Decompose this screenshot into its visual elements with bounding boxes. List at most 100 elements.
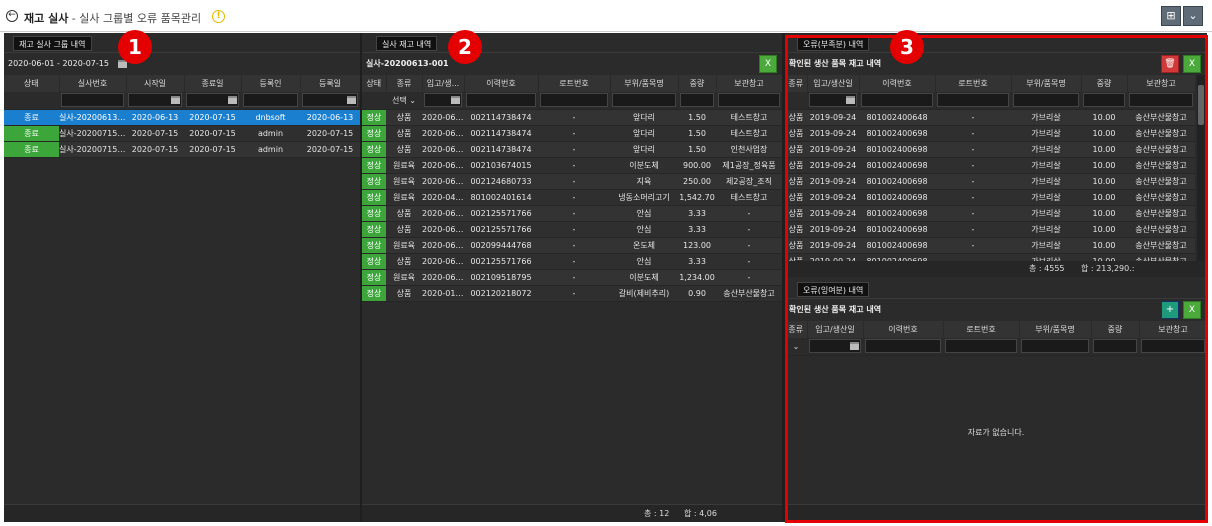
filter-input[interactable]	[61, 93, 124, 108]
table-row[interactable]: 상품 2019-09-24 801002400648- 가브리살 10.00 송산부산물창…	[785, 109, 1195, 126]
back-arrow-icon[interactable]: ←	[6, 10, 18, 22]
column-header[interactable]: 입고/생...	[422, 75, 465, 92]
excel-export-button[interactable]: X	[1183, 301, 1201, 319]
scrollbar[interactable]	[1197, 75, 1205, 263]
filter-input[interactable]	[937, 93, 1009, 108]
filter-input[interactable]	[1093, 339, 1137, 354]
column-header[interactable]: 등록인	[241, 75, 301, 92]
column-header[interactable]: 로트번호	[538, 75, 611, 92]
column-header[interactable]: 종류	[785, 75, 808, 92]
column-header[interactable]: 로트번호	[943, 321, 1020, 338]
date-range-input[interactable]: 2020-06-01 - 2020-07-15	[8, 59, 109, 68]
excel-export-button[interactable]: X	[1183, 55, 1201, 73]
filter-input[interactable]	[865, 339, 941, 354]
table-row[interactable]: 상품2019-09-24801002400698-가브리살10.00송산부산물창…	[785, 125, 1195, 142]
table-row[interactable]: 정상 상품 2020-06-11 002114738474- 앞다리 1.50 인천사업장	[362, 141, 782, 158]
filter-input[interactable]	[861, 93, 933, 108]
filter-input[interactable]	[680, 93, 714, 108]
column-header[interactable]: 시작일	[126, 75, 185, 92]
filter-input[interactable]	[243, 93, 298, 108]
column-header[interactable]: 이력번호	[859, 75, 936, 92]
filter-input[interactable]	[466, 93, 536, 108]
column-header[interactable]: 종류	[785, 321, 808, 338]
column-header[interactable]: 중량	[1081, 75, 1128, 92]
filter-input[interactable]	[540, 93, 608, 108]
column-header[interactable]: 종류	[386, 75, 423, 92]
filter-input[interactable]	[718, 93, 780, 108]
table-row[interactable]: 정상 상품 2020-06-11 002114738474- 앞다리 1.50 테스트창고	[362, 109, 782, 126]
filter-date-input[interactable]	[809, 339, 861, 354]
column-header[interactable]: 실사번호	[59, 75, 127, 92]
table-row[interactable]: 상품2019-09-24801002400698-가브리살10.00송산부산물창…	[785, 221, 1195, 238]
table-row[interactable]: 정상 원료육 2020-06-11 002103674015- 이분도체 900.00 제1…	[362, 157, 782, 174]
column-header[interactable]: 부위/품목명	[1019, 321, 1092, 338]
filter-date-input[interactable]	[186, 93, 239, 108]
table-row[interactable]: 정상 상품 2020-01-17 002120218072- 갈비(제비추리) 0.90 송…	[362, 285, 782, 302]
dropdown-menu-button[interactable]: ⌄	[1183, 6, 1203, 26]
column-header[interactable]: 중량	[678, 75, 717, 92]
table-row[interactable]: 상품2019-09-24801002400698-가브리살10.00송산부산물창…	[785, 157, 1195, 174]
column-header[interactable]: 부위/품목명	[610, 75, 679, 92]
calendar-icon[interactable]	[846, 96, 855, 105]
table-row[interactable]: 정상 원료육 2020-06-03 002109518795- 이분도체 1,234.00…	[362, 269, 782, 286]
column-header[interactable]: 상태	[4, 75, 60, 92]
table-row[interactable]: 종료 실사-20200715-0... 2020-07-15 2020-07-15 ad…	[4, 125, 360, 142]
table-row[interactable]: 정상 상품 2020-06-11 002114738474- 앞다리 1.50 테스트창고	[362, 125, 782, 142]
add-button[interactable]: +	[1161, 301, 1179, 319]
table-row[interactable]: 정상 원료육 2020-06-10 002099444768- 온도체 123.00-	[362, 237, 782, 254]
calendar-icon[interactable]	[171, 96, 180, 105]
table-row[interactable]: 상품2019-09-24801002400698-가브리살10.00송산부산물창…	[785, 189, 1195, 206]
table-row[interactable]: 상품2019-09-24801002400698-가브리살10.00송산부산물창…	[785, 205, 1195, 222]
calendar-icon[interactable]	[850, 342, 859, 351]
table-cell: 250.00	[678, 173, 716, 190]
filter-date-input[interactable]	[424, 93, 462, 108]
table-row[interactable]: 상품2019-09-24801002400698-가브리살10.00송산부산물창…	[785, 173, 1195, 190]
column-header[interactable]: 상태	[362, 75, 387, 92]
chevron-down-icon[interactable]: ⌄	[793, 342, 800, 351]
column-header[interactable]: 입고/생산일	[807, 75, 860, 92]
info-icon[interactable]: !	[212, 10, 225, 23]
table-row[interactable]: 정상 상품 2020-06-11 002125571766- 안심 3.33-	[362, 221, 782, 238]
column-header[interactable]: 부위/품목명	[1011, 75, 1082, 92]
grid-layout-button[interactable]: ⊞	[1161, 6, 1181, 26]
table-row[interactable]: 상품2019-09-24801002400698-가브리살10.00송산부산물창…	[785, 141, 1195, 158]
filter-input[interactable]	[1083, 93, 1125, 108]
scrollbar-thumb[interactable]	[1198, 85, 1204, 125]
column-header[interactable]: 이력번호	[863, 321, 944, 338]
table-row[interactable]: 상품2019-09-24801002400698-가브리살10.00송산부산물창…	[785, 237, 1195, 254]
filter-input[interactable]	[1129, 93, 1193, 108]
column-header[interactable]: 보관창고	[1139, 321, 1207, 338]
filter-input[interactable]	[1141, 339, 1205, 354]
column-header[interactable]: 등록일	[300, 75, 360, 92]
column-header[interactable]: 이력번호	[464, 75, 539, 92]
tab-stock-detail[interactable]: 실사 재고 내역	[376, 36, 438, 51]
tab-shortage[interactable]: 오류(부족분) 내역	[797, 36, 870, 51]
filter-input[interactable]	[1021, 339, 1089, 354]
filter-input[interactable]	[1013, 93, 1079, 108]
column-header[interactable]: 입고/생산일	[807, 321, 864, 338]
calendar-icon[interactable]	[451, 96, 460, 105]
table-row[interactable]: 정상 원료육 2020-06-02 002124680733- 지육 250.00 제2공장…	[362, 173, 782, 190]
filter-date-input[interactable]	[128, 93, 182, 108]
column-header[interactable]: 종료일	[184, 75, 242, 92]
table-row[interactable]: 정상 원료육 2020-04-22 801002401614- 냉동소머리고기 1,542…	[362, 189, 782, 206]
table-row[interactable]: 정상 상품 2020-06-11 002125571766- 안심 3.33-	[362, 253, 782, 270]
filter-date-input[interactable]	[302, 93, 358, 108]
table-row[interactable]: 정상 상품 2020-06-11 002125571766- 안심 3.33-	[362, 205, 782, 222]
calendar-icon[interactable]	[228, 96, 237, 105]
excel-export-button[interactable]: X	[759, 55, 777, 73]
table-row[interactable]: 종료 실사-20200715-0... 2020-07-15 2020-07-15 ad…	[4, 141, 360, 158]
column-header[interactable]: 로트번호	[935, 75, 1012, 92]
tab-surplus[interactable]: 오류(잉여분) 내역	[797, 282, 870, 297]
table-row[interactable]: 종료 실사-20200613-0... 2020-06-13 2020-07-15 dn…	[4, 109, 360, 126]
column-header[interactable]: 중량	[1091, 321, 1140, 338]
tab-inventory-group[interactable]: 재고 실사 그룹 내역	[13, 36, 92, 51]
column-header[interactable]: 보관창고	[716, 75, 782, 92]
type-select[interactable]: 선택 ⌄	[388, 95, 420, 106]
delete-button[interactable]: 🗑	[1161, 55, 1179, 73]
filter-input[interactable]	[612, 93, 676, 108]
filter-date-input[interactable]	[809, 93, 857, 108]
column-header[interactable]: 보관창고	[1127, 75, 1196, 92]
calendar-icon[interactable]	[347, 96, 356, 105]
filter-input[interactable]	[945, 339, 1017, 354]
